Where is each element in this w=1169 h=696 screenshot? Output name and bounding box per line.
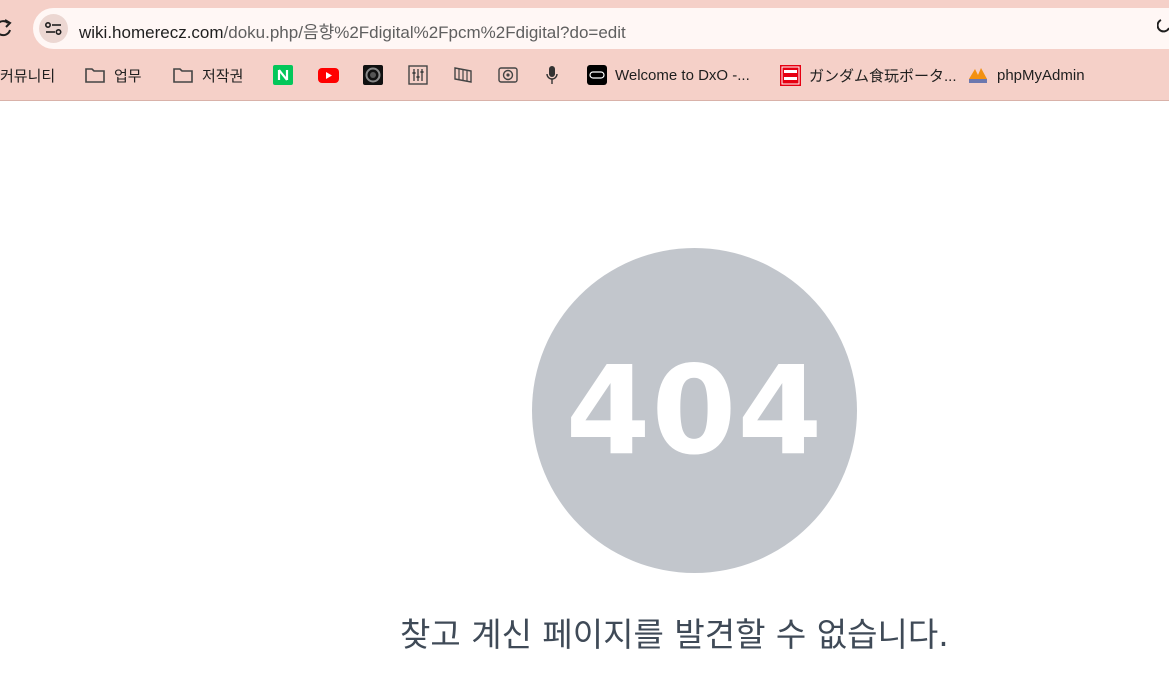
extension-icon[interactable] [1156, 18, 1169, 41]
youtube-icon [318, 67, 339, 83]
bookmark-speaker[interactable] [498, 60, 518, 90]
bookmark-label: ガンダム食玩ポータ... [809, 67, 957, 85]
address-bar[interactable]: wiki.homerecz.com/doku.php/음향%2Fdigital%… [33, 8, 1169, 49]
bookmark-label: phpMyAdmin [997, 66, 1085, 84]
pma-icon [969, 68, 987, 83]
bandai-icon [780, 64, 801, 86]
bookmark-dxo[interactable]: Welcome to DxO -... [587, 60, 750, 90]
url-path: /doku.php/음향%2Fdigital%2Fpcm%2Fdigital?d… [223, 23, 626, 42]
url-text[interactable]: wiki.homerecz.com/doku.php/음향%2Fdigital%… [79, 18, 626, 43]
error-circle: 404 [532, 248, 857, 573]
bookmarks-bar: 커뮤니티 업무 저작권 Welcome to DxO -... ガンダム食玩ポー… [0, 60, 1169, 90]
reload-icon[interactable] [0, 17, 14, 39]
site-info-icon[interactable] [39, 14, 68, 43]
bookmark-dark[interactable] [363, 60, 383, 90]
folder-icon [85, 68, 105, 83]
bookmark-folder-work[interactable]: 업무 [84, 60, 142, 90]
bookmark-microphone[interactable] [545, 60, 559, 90]
bookmark-label: 업무 [114, 67, 142, 85]
error-message: 찾고 계신 페이지를 발견할 수 없습니다. [400, 615, 949, 654]
dxo-icon [587, 65, 607, 85]
bookmark-phpmyadmin[interactable]: phpMyAdmin [967, 60, 1085, 90]
naver-icon [273, 65, 293, 85]
bookmark-mixer[interactable] [408, 60, 428, 90]
speaker-icon [498, 67, 518, 83]
microphone-icon [546, 66, 558, 84]
bookmark-label: Welcome to DxO -... [615, 66, 750, 84]
waveform-icon [454, 67, 472, 83]
bookmark-label: 저작권 [202, 67, 244, 85]
bookmark-naver[interactable] [273, 60, 293, 90]
page-content: 404 찾고 계신 페이지를 발견할 수 없습니다. [0, 101, 1169, 696]
bookmark-folder-copyright[interactable]: 저작권 [172, 60, 243, 90]
bookmark-bandai[interactable]: ガンダム食玩ポータ... [780, 60, 957, 90]
mixer-icon [408, 65, 428, 85]
bookmark-waveform[interactable] [453, 60, 473, 90]
bookmark-label: 커뮤니티 [0, 67, 56, 85]
error-code: 404 [565, 339, 824, 482]
folder-icon [173, 68, 193, 83]
bookmark-youtube[interactable] [318, 60, 339, 90]
bookmark-community[interactable]: 커뮤니티 [0, 60, 55, 90]
dark-circle-icon [363, 65, 383, 85]
url-host: wiki.homerecz.com [79, 23, 224, 42]
browser-chrome: wiki.homerecz.com/doku.php/음향%2Fdigital%… [0, 0, 1169, 101]
